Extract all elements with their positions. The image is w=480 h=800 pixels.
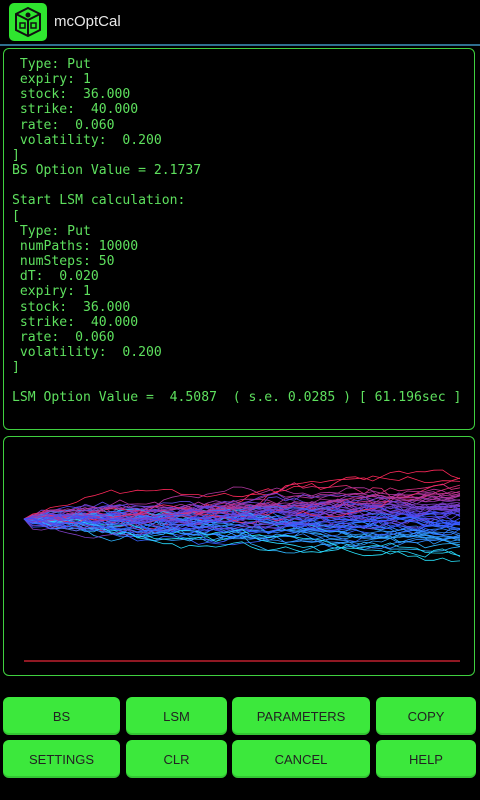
- log-line: strike: 40.000: [12, 102, 139, 118]
- title-bar: mcOptCal: [0, 0, 480, 46]
- cancel-button[interactable]: CANCEL: [232, 740, 370, 778]
- log-line: rate: 0.060: [12, 329, 115, 345]
- app-title: mcOptCal: [54, 13, 121, 30]
- simulation-chart-panel: [3, 436, 475, 676]
- log-line: volatility: 0.200: [12, 344, 162, 360]
- log-line: numPaths: 10000: [12, 238, 139, 254]
- lsm-button[interactable]: LSM: [126, 697, 227, 735]
- log-line: dT: 0.020: [12, 269, 99, 285]
- log-line: strike: 40.000: [12, 314, 139, 330]
- log-line: expiry: 1: [12, 72, 91, 88]
- log-line: stock: 36.000: [12, 299, 131, 315]
- simulation-paths-chart: [23, 469, 461, 662]
- log-line: rate: 0.060: [12, 117, 115, 133]
- app-logo-icon: [9, 3, 47, 41]
- log-line: ]: [12, 360, 20, 376]
- help-button[interactable]: HELP: [376, 740, 476, 778]
- log-line: numSteps: 50: [12, 254, 115, 270]
- log-line: LSM Option Value = 4.5087 ( s.e. 0.0285 …: [12, 390, 462, 406]
- log-line: volatility: 0.200: [12, 132, 162, 148]
- log-line: expiry: 1: [12, 284, 91, 300]
- log-line: Type: Put: [12, 57, 91, 72]
- copy-button[interactable]: COPY: [376, 697, 476, 735]
- bs-button[interactable]: BS: [3, 697, 120, 735]
- log-line: Start LSM calculation:: [12, 193, 186, 209]
- settings-button[interactable]: SETTINGS: [3, 740, 120, 778]
- clr-button[interactable]: CLR: [126, 740, 227, 778]
- parameters-button[interactable]: PARAMETERS: [232, 697, 370, 735]
- output-log-text: Type: Put expiry: 1 stock: 36.000 strike…: [12, 57, 461, 406]
- log-line: [: [12, 208, 20, 224]
- log-line: Type: Put: [12, 223, 91, 239]
- log-line: stock: 36.000: [12, 87, 131, 103]
- log-line: ]: [12, 147, 20, 163]
- output-log-panel[interactable]: Type: Put expiry: 1 stock: 36.000 strike…: [3, 48, 475, 430]
- log-line: BS Option Value = 2.1737: [12, 163, 202, 179]
